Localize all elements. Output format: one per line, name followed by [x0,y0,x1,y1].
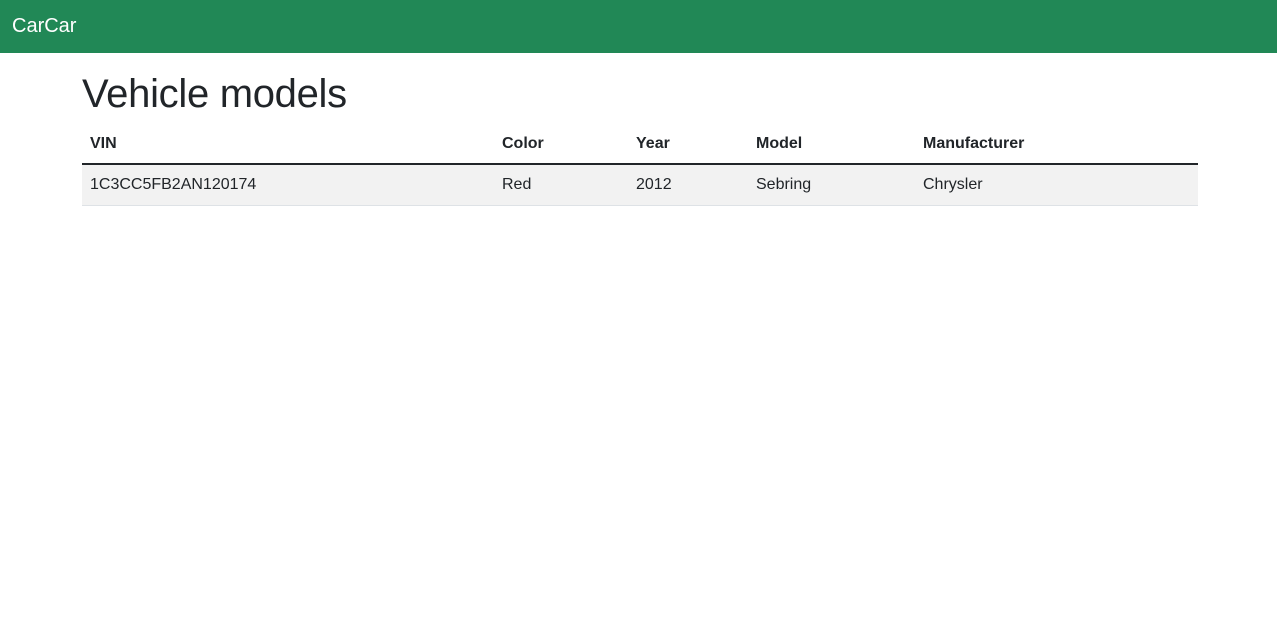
header-manufacturer: Manufacturer [915,125,1198,165]
cell-model: Sebring [748,164,915,206]
cell-vin: 1C3CC5FB2AN120174 [82,164,494,206]
header-model: Model [748,125,915,165]
brand-link[interactable]: CarCar [12,15,76,38]
header-color: Color [494,125,628,165]
header-vin: VIN [82,125,494,165]
header-year: Year [628,125,748,165]
table-header-row: VIN Color Year Model Manufacturer [82,125,1198,165]
cell-year: 2012 [628,164,748,206]
main-container: Vehicle models VIN Color Year Model Manu… [82,53,1198,206]
table-body: 1C3CC5FB2AN120174 Red 2012 Sebring Chrys… [82,164,1198,206]
vehicles-table: VIN Color Year Model Manufacturer 1C3CC5… [82,125,1198,206]
cell-manufacturer: Chrysler [915,164,1198,206]
table-row: 1C3CC5FB2AN120174 Red 2012 Sebring Chrys… [82,164,1198,206]
navbar: CarCar [0,0,1277,53]
cell-color: Red [494,164,628,206]
page-title: Vehicle models [82,72,347,116]
table-header: VIN Color Year Model Manufacturer [82,125,1198,165]
